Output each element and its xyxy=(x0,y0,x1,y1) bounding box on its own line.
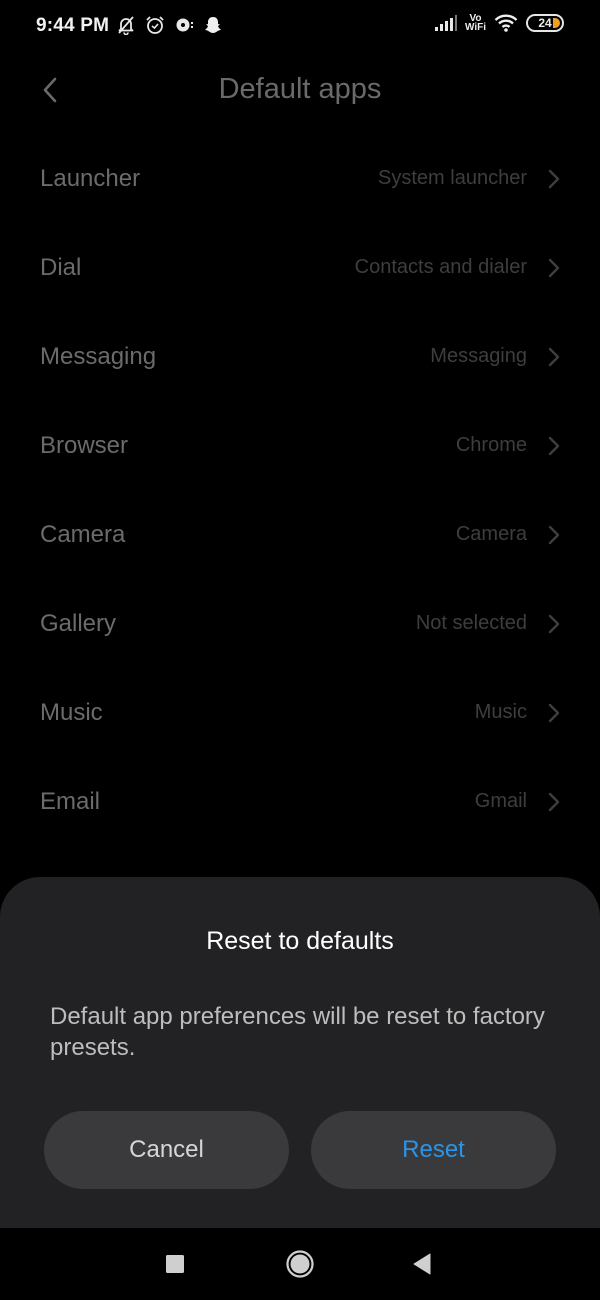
signal-strength-icon xyxy=(434,15,457,31)
back-nav-button[interactable] xyxy=(402,1246,442,1282)
default-apps-list: Launcher System launcher Dial Contacts a… xyxy=(0,134,600,846)
list-item-value: Camera xyxy=(455,523,527,545)
chevron-right-icon xyxy=(546,791,562,813)
list-item-email[interactable]: Email Gmail xyxy=(0,757,600,846)
list-item-value: Chrome xyxy=(455,434,527,456)
dialog-message: Default app preferences will be reset to… xyxy=(50,1003,545,1061)
list-item-label: Email xyxy=(40,787,101,815)
list-item-value: Gmail xyxy=(474,790,527,812)
square-recents-icon xyxy=(166,1255,184,1273)
list-item-messaging[interactable]: Messaging Messaging xyxy=(0,312,600,401)
status-system-icons: Vo WiFi 24 xyxy=(434,14,564,33)
list-item-browser[interactable]: Browser Chrome xyxy=(0,401,600,490)
vowifi-label-bottom: WiFi xyxy=(464,22,486,33)
list-item-music[interactable]: Music Music xyxy=(0,668,600,757)
dialog-title: Reset to defaults xyxy=(206,927,394,955)
list-item-label: Music xyxy=(40,698,103,726)
list-item-value: Contacts and dialer xyxy=(354,256,527,278)
circle-home-icon xyxy=(286,1250,314,1278)
battery-icon: 24 xyxy=(526,14,564,32)
list-item-value: System launcher xyxy=(378,167,527,189)
battery-charge-indicator xyxy=(553,18,560,28)
navigation-bar xyxy=(0,1228,600,1300)
triangle-back-icon xyxy=(413,1253,431,1275)
home-button[interactable] xyxy=(280,1246,320,1282)
list-item-dial[interactable]: Dial Contacts and dialer xyxy=(0,223,600,312)
status-bar: 9:44 PM Vo WiFi 24 xyxy=(0,0,600,56)
list-item-value: Not selected xyxy=(415,612,527,634)
list-item-label: Launcher xyxy=(40,164,141,192)
list-item-label: Dial xyxy=(40,253,82,281)
list-item-label: Browser xyxy=(40,431,129,459)
chevron-right-icon xyxy=(546,613,562,635)
cancel-button[interactable]: Cancel xyxy=(44,1111,289,1189)
list-item-launcher[interactable]: Launcher System launcher xyxy=(0,134,600,223)
snapchat-ghost-icon xyxy=(203,15,223,35)
chevron-right-icon xyxy=(546,435,562,457)
reset-button[interactable]: Reset xyxy=(311,1111,556,1189)
list-item-camera[interactable]: Camera Camera xyxy=(0,490,600,579)
app-header: Default apps xyxy=(0,56,600,126)
chevron-right-icon xyxy=(546,524,562,546)
status-notification-icons xyxy=(116,15,223,35)
wifi-icon xyxy=(494,14,518,32)
reset-defaults-dialog: Reset to defaults Default app preference… xyxy=(0,877,600,1228)
recents-button[interactable] xyxy=(155,1246,195,1282)
bell-off-icon xyxy=(116,15,136,35)
chevron-right-icon xyxy=(546,168,562,190)
list-item-value: Messaging xyxy=(430,345,527,367)
list-item-label: Camera xyxy=(40,520,126,548)
alarm-clock-icon xyxy=(145,15,165,35)
chevron-right-icon xyxy=(546,702,562,724)
vowifi-icon: Vo WiFi xyxy=(464,14,486,33)
list-item-value: Music xyxy=(474,701,527,723)
page-title: Default apps xyxy=(218,73,382,105)
chevron-right-icon xyxy=(546,346,562,368)
list-item-label: Messaging xyxy=(40,342,157,370)
chevron-right-icon xyxy=(546,257,562,279)
list-item-label: Gallery xyxy=(40,609,117,637)
list-item-gallery[interactable]: Gallery Not selected xyxy=(0,579,600,668)
battery-level: 24 xyxy=(538,16,552,30)
status-time: 9:44 PM xyxy=(36,15,110,36)
notification-app-icon xyxy=(174,15,194,35)
